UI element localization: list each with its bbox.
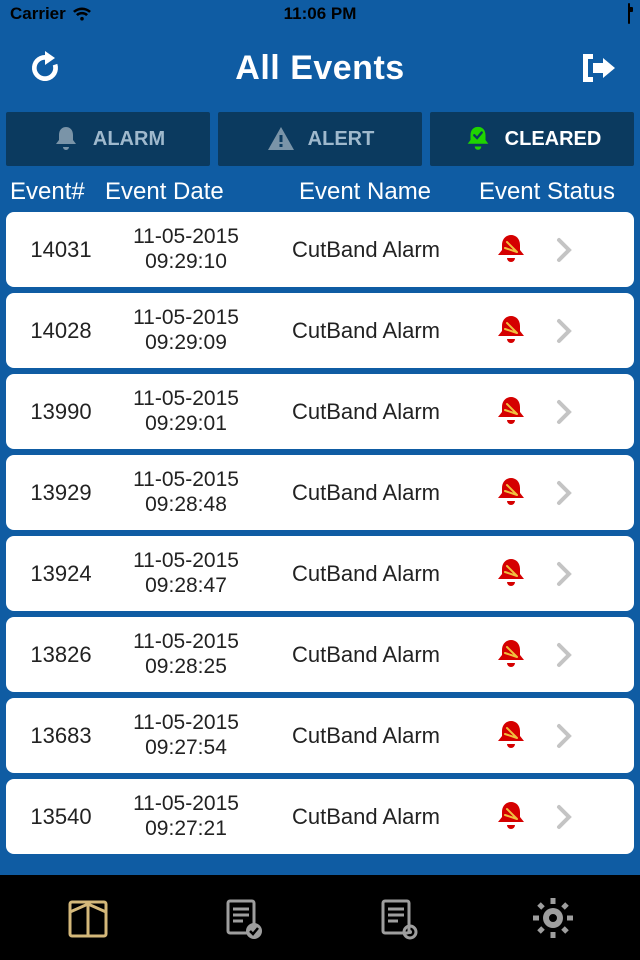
column-header: Event# Event Date Event Name Event Statu… xyxy=(0,176,640,212)
carrier-label: Carrier xyxy=(10,4,66,24)
chevron-right-icon xyxy=(556,804,590,830)
filter-tabs: ALARM ALERT CLEARED xyxy=(0,108,640,176)
table-row[interactable]: 14031 11-05-201509:29:10 CutBand Alarm xyxy=(6,212,634,287)
cell-status xyxy=(466,556,556,592)
col-eventname: Event Name xyxy=(270,178,460,206)
chevron-right-icon xyxy=(556,561,590,587)
page-title: All Events xyxy=(70,49,570,88)
cell-status xyxy=(466,232,556,268)
col-eventstatus: Event Status xyxy=(460,178,634,206)
cell-date: 11-05-201509:27:21 xyxy=(106,792,266,840)
cell-date: 11-05-201509:28:47 xyxy=(106,549,266,597)
bottom-tab-settings[interactable] xyxy=(523,888,583,948)
col-eventdate: Event Date xyxy=(105,178,270,206)
wifi-icon xyxy=(72,7,92,22)
alarm-bell-icon xyxy=(493,718,529,754)
tab-label: CLEARED xyxy=(505,128,602,151)
table-row[interactable]: 13683 11-05-201509:27:54 CutBand Alarm xyxy=(6,698,634,773)
logout-icon xyxy=(573,46,617,90)
status-bar: Carrier 11:06 PM xyxy=(0,0,640,28)
logout-button[interactable] xyxy=(570,43,620,93)
bell-icon xyxy=(51,124,81,154)
tab-alarm[interactable]: ALARM xyxy=(6,112,210,166)
gate-icon xyxy=(62,892,114,944)
cell-eventnum: 13540 xyxy=(16,804,106,830)
battery-icon xyxy=(628,4,630,24)
cell-date: 11-05-201509:27:54 xyxy=(106,711,266,759)
table-row[interactable]: 13924 11-05-201509:28:47 CutBand Alarm xyxy=(6,536,634,611)
warning-icon xyxy=(266,124,296,154)
chevron-right-icon xyxy=(556,318,590,344)
cell-eventnum: 13826 xyxy=(16,642,106,668)
tab-cleared[interactable]: CLEARED xyxy=(430,112,634,166)
cell-name: CutBand Alarm xyxy=(266,399,466,425)
cell-name: CutBand Alarm xyxy=(266,642,466,668)
bottom-nav xyxy=(0,875,640,960)
cell-status xyxy=(466,718,556,754)
table-row[interactable]: 13826 11-05-201509:28:25 CutBand Alarm xyxy=(6,617,634,692)
alarm-bell-icon xyxy=(493,556,529,592)
tab-label: ALARM xyxy=(93,128,165,151)
cell-date: 11-05-201509:29:01 xyxy=(106,387,266,435)
bell-check-icon xyxy=(463,124,493,154)
alarm-bell-icon xyxy=(493,799,529,835)
list-gear-icon xyxy=(373,893,423,943)
cell-eventnum: 13929 xyxy=(16,480,106,506)
refresh-button[interactable] xyxy=(20,43,70,93)
cell-date: 11-05-201509:28:48 xyxy=(106,468,266,516)
col-eventnum: Event# xyxy=(10,178,105,206)
chevron-right-icon xyxy=(556,237,590,263)
cell-status xyxy=(466,475,556,511)
cell-name: CutBand Alarm xyxy=(266,561,466,587)
cell-name: CutBand Alarm xyxy=(266,804,466,830)
table-row[interactable]: 13540 11-05-201509:27:21 CutBand Alarm xyxy=(6,779,634,854)
cell-name: CutBand Alarm xyxy=(266,723,466,749)
chevron-right-icon xyxy=(556,399,590,425)
refresh-icon xyxy=(24,47,66,89)
cell-eventnum: 13924 xyxy=(16,561,106,587)
table-row[interactable]: 13990 11-05-201509:29:01 CutBand Alarm xyxy=(6,374,634,449)
bottom-tab-config[interactable] xyxy=(368,888,428,948)
cell-name: CutBand Alarm xyxy=(266,480,466,506)
alarm-bell-icon xyxy=(493,313,529,349)
bottom-tab-events[interactable] xyxy=(213,888,273,948)
cell-status xyxy=(466,394,556,430)
cell-status xyxy=(466,799,556,835)
table-row[interactable]: 14028 11-05-201509:29:09 CutBand Alarm xyxy=(6,293,634,368)
cell-status xyxy=(466,313,556,349)
chevron-right-icon xyxy=(556,642,590,668)
clock: 11:06 PM xyxy=(217,4,424,24)
gear-icon xyxy=(528,893,578,943)
tab-label: ALERT xyxy=(308,128,375,151)
cell-eventnum: 14031 xyxy=(16,237,106,263)
alarm-bell-icon xyxy=(493,394,529,430)
cell-eventnum: 13683 xyxy=(16,723,106,749)
tab-alert[interactable]: ALERT xyxy=(218,112,422,166)
cell-date: 11-05-201509:28:25 xyxy=(106,630,266,678)
bottom-tab-home[interactable] xyxy=(58,888,118,948)
cell-eventnum: 13990 xyxy=(16,399,106,425)
cell-name: CutBand Alarm xyxy=(266,237,466,263)
nav-bar: All Events xyxy=(0,28,640,108)
cell-eventnum: 14028 xyxy=(16,318,106,344)
alarm-bell-icon xyxy=(493,637,529,673)
alarm-bell-icon xyxy=(493,232,529,268)
chevron-right-icon xyxy=(556,480,590,506)
chevron-right-icon xyxy=(556,723,590,749)
event-list: 14031 11-05-201509:29:10 CutBand Alarm 1… xyxy=(0,212,640,875)
cell-status xyxy=(466,637,556,673)
cell-name: CutBand Alarm xyxy=(266,318,466,344)
cell-date: 11-05-201509:29:10 xyxy=(106,225,266,273)
list-check-icon xyxy=(218,893,268,943)
cell-date: 11-05-201509:29:09 xyxy=(106,306,266,354)
alarm-bell-icon xyxy=(493,475,529,511)
table-row[interactable]: 13929 11-05-201509:28:48 CutBand Alarm xyxy=(6,455,634,530)
